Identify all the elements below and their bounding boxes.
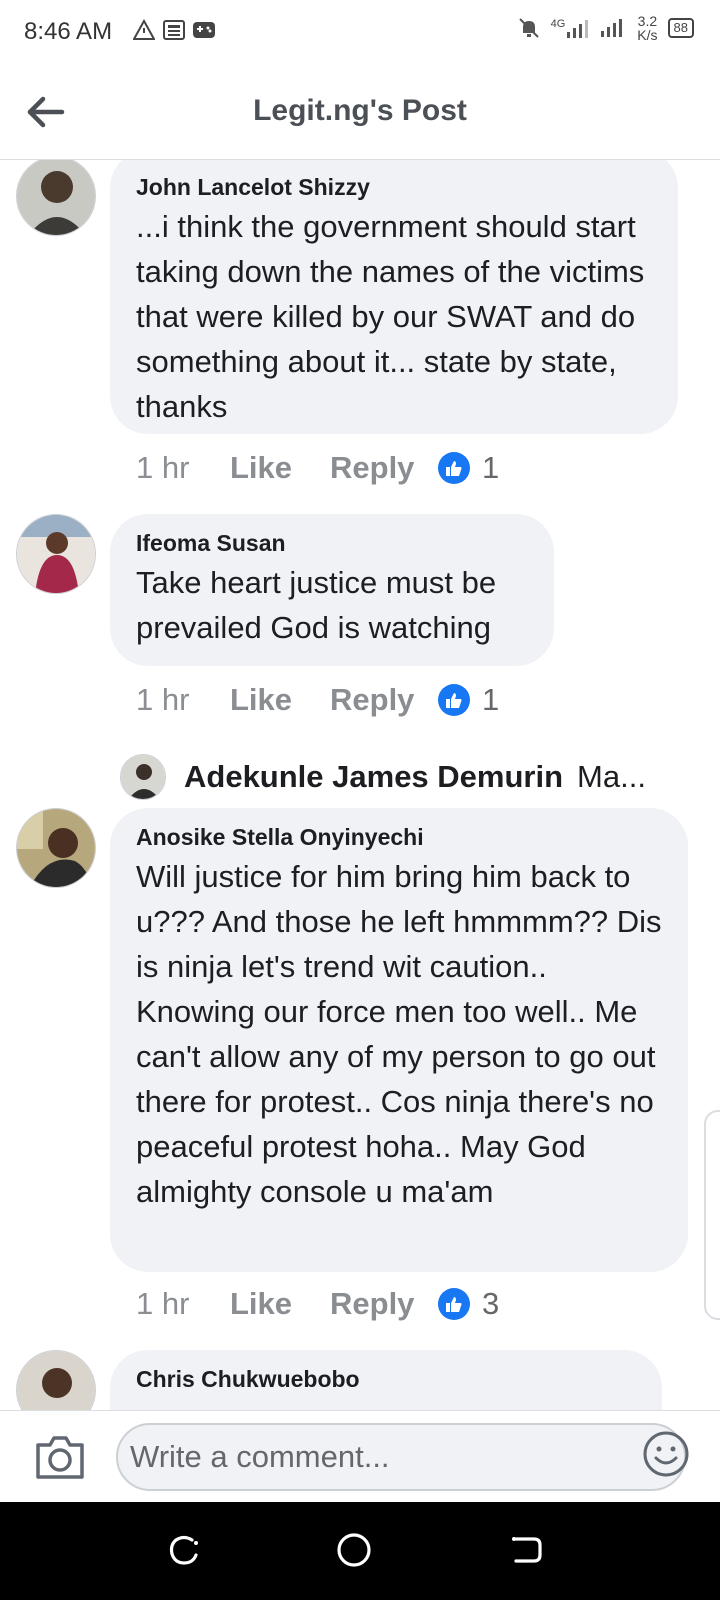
thumbs-up-icon (438, 1288, 470, 1320)
game-controller-icon (192, 18, 216, 42)
like-count[interactable]: 1 (482, 682, 499, 718)
comment-time: 1 hr (136, 450, 190, 485)
avatar[interactable] (16, 808, 96, 888)
avatar[interactable] (16, 1350, 96, 1410)
comment-bubble: Anosike Stella Onyinyechi Will justice f… (110, 808, 688, 1272)
thumbs-up-icon (438, 452, 470, 484)
reply-avatar[interactable] (120, 754, 166, 800)
home-icon[interactable] (336, 1532, 372, 1568)
page-title: Legit.ng's Post (253, 94, 467, 127)
thumbs-up-icon (438, 684, 470, 716)
comment-bubble: Ifeoma Susan Take heart justice must be … (110, 514, 554, 666)
mute-bell-icon (517, 16, 541, 40)
comment-actions: 1 hr Like Reply 1 (136, 682, 499, 718)
comment-text: ...i think the government should start t… (136, 209, 645, 424)
reply-author[interactable]: Adekunle James Demurin (184, 759, 563, 795)
comment-input[interactable]: Write a comment... (116, 1423, 686, 1491)
back-nav-icon[interactable] (508, 1532, 544, 1568)
system-nav-bar (0, 1502, 720, 1600)
like-count[interactable]: 1 (482, 450, 499, 486)
reply-button[interactable]: Reply (330, 1286, 438, 1322)
like-button[interactable]: Like (230, 682, 330, 718)
scroll-handle[interactable] (704, 1110, 720, 1320)
reply-button[interactable]: Reply (330, 682, 438, 718)
reply-snippet: Ma... (577, 759, 646, 794)
battery-level: 88 (673, 20, 688, 35)
network-label: 4G (550, 18, 566, 30)
status-left-icons (132, 18, 216, 42)
comment-bubble: Chris Chukwuebobo (110, 1350, 662, 1410)
signal-icon (601, 17, 627, 40)
comment-composer: Write a comment... (0, 1410, 720, 1502)
battery-icon: 88 (667, 18, 694, 38)
comment-author[interactable]: Chris Chukwuebobo (136, 1364, 636, 1394)
status-time: 8:46 AM (24, 18, 113, 45)
comment-author[interactable]: John Lancelot Shizzy (136, 172, 652, 202)
post-header: Legit.ng's Post (0, 64, 720, 160)
avatar[interactable] (16, 514, 96, 594)
warning-triangle-icon (132, 18, 156, 42)
comments-list[interactable]: John Lancelot Shizzy ...i think the gove… (0, 160, 720, 1410)
like-button[interactable]: Like (230, 1286, 330, 1322)
comment-author[interactable]: Anosike Stella Onyinyechi (136, 822, 662, 852)
like-count[interactable]: 3 (482, 1286, 499, 1322)
comment-input-placeholder: Write a comment... (130, 1439, 390, 1474)
network-speed: 3.2 K/s (637, 14, 657, 42)
recents-icon[interactable] (166, 1532, 202, 1568)
comment-time: 1 hr (136, 682, 190, 717)
reply-preview[interactable]: Adekunle James Demurin Ma... (120, 754, 646, 800)
comment-text: Will justice for him bring him back to u… (136, 859, 662, 1209)
comment-actions: 1 hr Like Reply 3 (136, 1286, 499, 1322)
camera-icon[interactable] (34, 1433, 86, 1481)
like-button[interactable]: Like (230, 450, 330, 486)
emoji-icon[interactable] (642, 1430, 690, 1478)
status-right: 4G 3.2 K/s 88 (517, 14, 694, 42)
comment-time: 1 hr (136, 1286, 190, 1321)
news-icon (162, 18, 186, 42)
speed-value: 3.2 (637, 13, 658, 29)
comment-author[interactable]: Ifeoma Susan (136, 528, 528, 558)
reply-button[interactable]: Reply (330, 450, 438, 486)
comment-text: Take heart justice must be prevailed God… (136, 565, 497, 645)
signal-4g-icon: 4G (551, 18, 592, 38)
comment-actions: 1 hr Like Reply 1 (136, 450, 499, 486)
comment-bubble: John Lancelot Shizzy ...i think the gove… (110, 160, 678, 434)
avatar[interactable] (16, 160, 96, 236)
speed-unit: K/s (637, 27, 658, 43)
status-bar: 8:46 AM 4G 3.2 K/s 88 (0, 0, 720, 64)
